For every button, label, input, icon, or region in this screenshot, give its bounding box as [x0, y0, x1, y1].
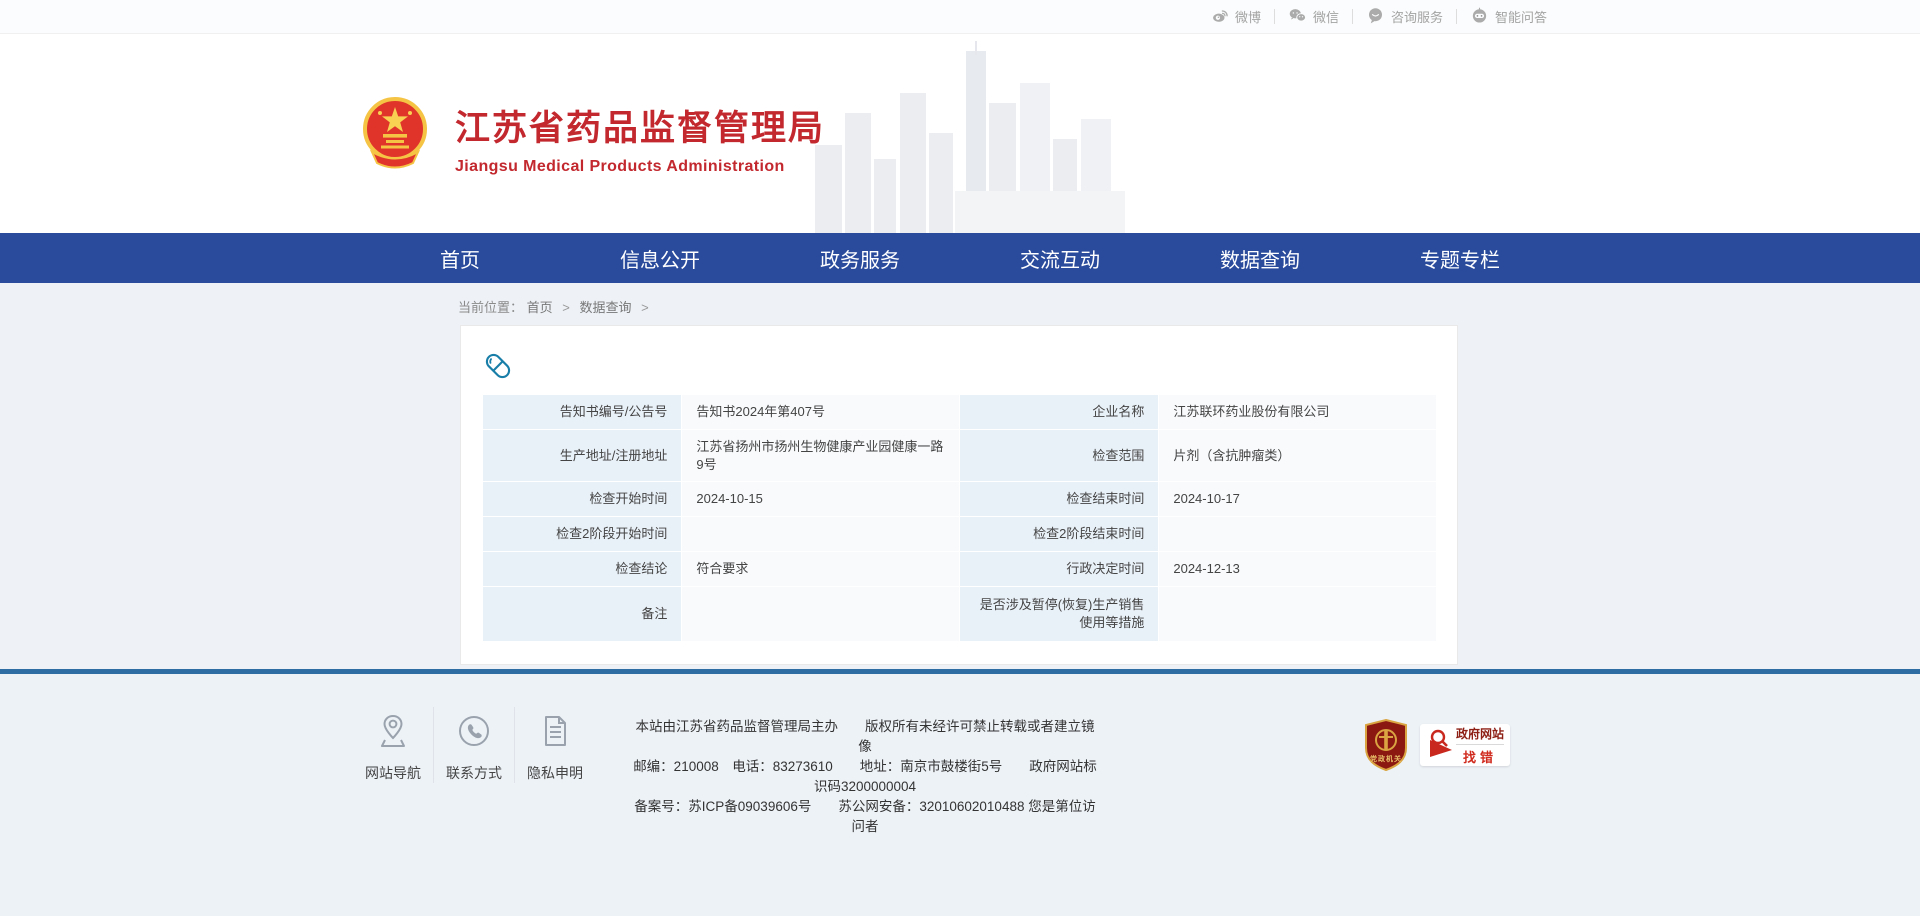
error-report-magnifier-icon	[1426, 727, 1456, 764]
inspection-detail-table: 告知书编号/公告号 告知书2024年第407号 企业名称 江苏联环药业股份有限公…	[482, 394, 1437, 642]
phase2-start-label: 检查2阶段开始时间	[483, 517, 682, 552]
company-name-label: 企业名称	[959, 395, 1158, 430]
wechat-link[interactable]: 微信	[1275, 6, 1352, 28]
main-nav: 首页 信息公开 政务服务 交流互动 数据查询 专题专栏	[0, 233, 1920, 283]
footer-link-divider	[433, 707, 434, 783]
decision-date-label: 行政决定时间	[959, 552, 1158, 587]
inspection-end-value: 2024-10-17	[1159, 482, 1437, 517]
footer-link-divider	[514, 707, 515, 783]
pill-icon	[482, 350, 514, 382]
company-name-value: 江苏联环药业股份有限公司	[1159, 395, 1437, 430]
breadcrumb-prefix: 当前位置：	[458, 300, 523, 315]
privacy-label: 隐私申明	[522, 763, 588, 783]
suspension-label: 是否涉及暂停(恢复)生产销售使用等措施	[959, 587, 1158, 642]
smart-qa-label: 智能问答	[1495, 7, 1547, 26]
map-pin-icon	[360, 713, 426, 749]
error-badge-top-label: 政府网站	[1456, 725, 1504, 745]
site-subtitle: Jiangsu Medical Products Administration	[455, 158, 825, 176]
address-label: 生产地址/注册地址	[483, 430, 682, 482]
nav-item-gov-services[interactable]: 政务服务	[760, 233, 960, 283]
footer-line-host: 本站由江苏省药品监督管理局主办 版权所有未经许可禁止转载或者建立镜像	[630, 717, 1100, 757]
site-title: 江苏省药品监督管理局	[455, 100, 825, 151]
consult-chat-icon	[1366, 6, 1385, 28]
phase2-end-value	[1159, 517, 1437, 552]
address-value: 江苏省扬州市扬州生物健康产业园健康一路9号	[682, 430, 960, 482]
footer-line-contact: 邮编：210008 电话：83273610 地址：南京市鼓楼街5号 政府网站标识…	[630, 757, 1100, 797]
nav-item-data-query[interactable]: 数据查询	[1160, 233, 1360, 283]
inspection-start-label: 检查开始时间	[483, 482, 682, 517]
contact-link[interactable]: 联系方式	[441, 707, 507, 783]
national-emblem-logo	[358, 94, 432, 170]
phase2-end-label: 检查2阶段结束时间	[959, 517, 1158, 552]
top-utility-bar: 微博 微信	[0, 0, 1920, 34]
table-row: 检查2阶段开始时间 检查2阶段结束时间	[483, 517, 1437, 552]
suspension-value	[1159, 587, 1437, 642]
footer-badges: 党政机关 政府网站 找错	[1364, 707, 1510, 771]
notice-number-value: 告知书2024年第407号	[682, 395, 960, 430]
breadcrumb-home-link[interactable]: 首页	[527, 300, 553, 315]
conclusion-label: 检查结论	[483, 552, 682, 587]
consult-service-label: 咨询服务	[1391, 7, 1443, 26]
consult-service-link[interactable]: 咨询服务	[1353, 6, 1456, 28]
notice-number-label: 告知书编号/公告号	[483, 395, 682, 430]
decision-date-value: 2024-12-13	[1159, 552, 1437, 587]
smart-qa-link[interactable]: 智能问答	[1457, 6, 1560, 28]
remarks-label: 备注	[483, 587, 682, 642]
wechat-icon	[1288, 6, 1307, 28]
nav-item-special-topics[interactable]: 专题专栏	[1360, 233, 1560, 283]
phone-icon	[441, 713, 507, 749]
gov-site-error-report-badge[interactable]: 政府网站 找错	[1420, 724, 1510, 766]
table-row: 检查结论 符合要求 行政决定时间 2024-12-13	[483, 552, 1437, 587]
wechat-label: 微信	[1313, 7, 1339, 26]
party-gov-badge-label: 党政机关	[1364, 754, 1408, 764]
conclusion-value: 符合要求	[682, 552, 960, 587]
error-badge-bottom-label: 找错	[1456, 747, 1504, 766]
footer-line-icp: 备案号：苏ICP备09039606号 苏公网安备：32010602010488 …	[630, 797, 1100, 837]
privacy-doc-icon	[522, 713, 588, 749]
table-row: 生产地址/注册地址 江苏省扬州市扬州生物健康产业园健康一路9号 检查范围 片剂（…	[483, 430, 1437, 482]
breadcrumb-separator: >	[641, 300, 649, 315]
site-header: 江苏省药品监督管理局 Jiangsu Medical Products Admi…	[0, 34, 1920, 233]
breadcrumb: 当前位置： 首页 > 数据查询 >	[360, 283, 1560, 325]
table-row: 告知书编号/公告号 告知书2024年第407号 企业名称 江苏联环药业股份有限公…	[483, 395, 1437, 430]
nav-item-home[interactable]: 首页	[360, 233, 560, 283]
weibo-icon	[1210, 6, 1229, 28]
inspection-scope-value: 片剂（含抗肿瘤类）	[1159, 430, 1437, 482]
nav-item-info-disclosure[interactable]: 信息公开	[560, 233, 760, 283]
privacy-link[interactable]: 隐私申明	[522, 707, 588, 783]
inspection-scope-label: 检查范围	[959, 430, 1158, 482]
site-map-link[interactable]: 网站导航	[360, 707, 426, 783]
weibo-link[interactable]: 微博	[1197, 6, 1274, 28]
inspection-end-label: 检查结束时间	[959, 482, 1158, 517]
table-row: 备注 是否涉及暂停(恢复)生产销售使用等措施	[483, 587, 1437, 642]
site-map-label: 网站导航	[360, 763, 426, 783]
footer-quick-links: 网站导航 联系方式	[360, 707, 588, 783]
inspection-detail-card: 告知书编号/公告号 告知书2024年第407号 企业名称 江苏联环药业股份有限公…	[460, 325, 1458, 665]
weibo-label: 微博	[1235, 7, 1261, 26]
remarks-value	[682, 587, 960, 642]
footer-info-text: 本站由江苏省药品监督管理局主办 版权所有未经许可禁止转载或者建立镜像 邮编：21…	[630, 707, 1100, 837]
contact-label: 联系方式	[441, 763, 507, 783]
site-footer: 网站导航 联系方式	[0, 674, 1920, 916]
city-skyline-watermark	[815, 41, 1125, 233]
party-gov-badge[interactable]: 党政机关	[1364, 719, 1408, 771]
breadcrumb-separator: >	[562, 300, 570, 315]
inspection-start-value: 2024-10-15	[682, 482, 960, 517]
table-row: 检查开始时间 2024-10-15 检查结束时间 2024-10-17	[483, 482, 1437, 517]
nav-item-interaction[interactable]: 交流互动	[960, 233, 1160, 283]
robot-qa-icon	[1470, 6, 1489, 28]
breadcrumb-data-query-link[interactable]: 数据查询	[580, 300, 632, 315]
phase2-start-value	[682, 517, 960, 552]
